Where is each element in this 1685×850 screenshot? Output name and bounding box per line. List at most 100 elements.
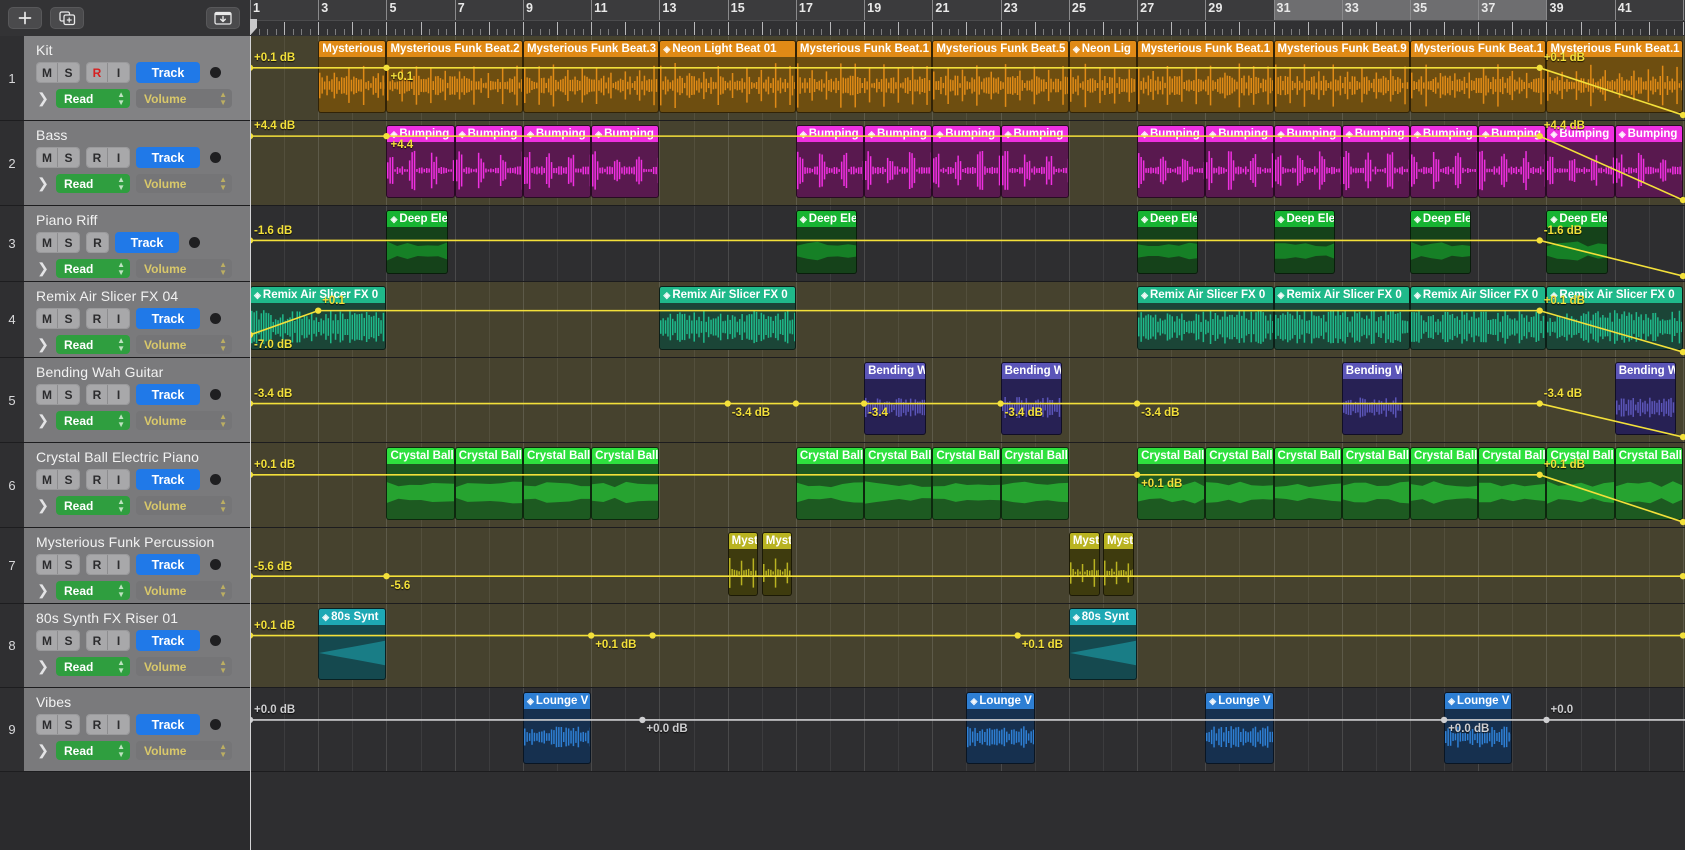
input-monitor-button[interactable]: I: [108, 470, 129, 489]
disclosure-arrow-icon[interactable]: ❯: [36, 658, 50, 675]
audio-region[interactable]: Mysterious Funk Beat.5: [932, 40, 1069, 113]
audio-region[interactable]: Crystal Ball: [454, 447, 523, 520]
audio-region[interactable]: ◈ 80s Synt: [318, 608, 387, 680]
input-monitor-button[interactable]: I: [108, 63, 129, 82]
disclosure-arrow-icon[interactable]: ❯: [36, 336, 50, 353]
track-header[interactable]: 6 Crystal Ball Electric Piano M S RI Tra…: [0, 443, 250, 528]
track-name[interactable]: Bending Wah Guitar: [36, 364, 242, 380]
audio-region[interactable]: ◈ Bumping: [795, 125, 865, 198]
arrange-area[interactable]: Mysterious Mysterious Funk Beat.2 Myster…: [250, 36, 1685, 850]
mute-button[interactable]: M: [37, 233, 58, 252]
automation-mode-select[interactable]: Read ▲ ▼: [56, 657, 130, 676]
track-name[interactable]: Mysterious Funk Percussion: [36, 534, 242, 550]
mute-button[interactable]: M: [37, 148, 58, 167]
import-button[interactable]: [206, 7, 240, 29]
audio-region[interactable]: ◈ Bumping: [591, 125, 660, 198]
track-header[interactable]: 1 Kit M S RI Track ❯ Read ▲ ▼ Volume ▲ ▼: [0, 36, 250, 121]
automation-mode-select[interactable]: Read ▲ ▼: [56, 411, 130, 430]
audio-region[interactable]: ◈ Bumping: [1478, 125, 1547, 198]
solo-button[interactable]: S: [58, 148, 79, 167]
audio-region[interactable]: ◈ Deep Ele: [1137, 210, 1199, 274]
audio-region[interactable]: Mysterious Funk Beat.1: [795, 40, 933, 113]
track-lane[interactable]: Myst Myst Myst Myst -5.6 dB -5.6: [250, 528, 1685, 604]
audio-region[interactable]: ◈ Bumping: [1137, 125, 1206, 198]
audio-region[interactable]: Crystal Ball: [1137, 447, 1206, 520]
automation-parameter-select[interactable]: Volume ▲ ▼: [136, 259, 232, 278]
audio-region[interactable]: Myst: [1068, 532, 1100, 596]
track-lane[interactable]: ◈ Remix Air Slicer FX 0 ◈ Remix Air Slicer…: [250, 282, 1685, 358]
record-enable-button[interactable]: R: [87, 309, 108, 328]
automation-mode-select[interactable]: Read ▲ ▼: [56, 89, 130, 108]
audio-region[interactable]: Bending W: [1614, 362, 1677, 435]
mute-button[interactable]: M: [37, 385, 58, 404]
input-monitor-button[interactable]: I: [108, 715, 129, 734]
automation-parameter-select[interactable]: Volume ▲ ▼: [136, 741, 232, 760]
audio-region[interactable]: ◈ Deep Ele: [795, 210, 858, 274]
record-indicator-dot[interactable]: [210, 389, 221, 400]
audio-region[interactable]: Mysterious: [318, 40, 387, 113]
audio-region[interactable]: Crystal Ball: [1614, 447, 1683, 520]
audio-region[interactable]: ◈ Remix Air Slicer FX 0: [1546, 286, 1683, 350]
audio-region[interactable]: Crystal Ball: [864, 447, 933, 520]
automation-mode-select[interactable]: Read ▲ ▼: [56, 259, 130, 278]
track-name[interactable]: Crystal Ball Electric Piano: [36, 449, 242, 465]
audio-region[interactable]: ◈ Neon Lig: [1068, 40, 1138, 113]
mute-button[interactable]: M: [37, 715, 58, 734]
audio-region[interactable]: ◈ Bumping: [1614, 125, 1683, 198]
audio-region[interactable]: Myst: [727, 532, 759, 596]
mute-button[interactable]: M: [37, 309, 58, 328]
track-lane[interactable]: Bending W Bending W Bending W Bending W: [250, 358, 1685, 443]
track-header[interactable]: 7 Mysterious Funk Percussion M S RI Trac…: [0, 528, 250, 604]
audio-region[interactable]: Bending W: [1341, 362, 1404, 435]
record-indicator-dot[interactable]: [210, 559, 221, 570]
track-name[interactable]: Remix Air Slicer FX 04: [36, 288, 242, 304]
track-button[interactable]: Track: [136, 554, 200, 575]
automation-mode-select[interactable]: Read ▲ ▼: [56, 174, 130, 193]
track-lane[interactable]: Mysterious Mysterious Funk Beat.2 Myster…: [250, 36, 1685, 121]
automation-mode-select[interactable]: Read ▲ ▼: [56, 581, 130, 600]
record-indicator-dot[interactable]: [189, 237, 200, 248]
disclosure-arrow-icon[interactable]: ❯: [36, 260, 50, 277]
track-header[interactable]: 2 Bass M S RI Track ❯ Read ▲ ▼ Volume ▲ …: [0, 121, 250, 206]
input-monitor-button[interactable]: I: [108, 148, 129, 167]
audio-region[interactable]: Crystal Ball: [1341, 447, 1410, 520]
mute-button[interactable]: M: [37, 631, 58, 650]
disclosure-arrow-icon[interactable]: ❯: [36, 582, 50, 599]
record-enable-button[interactable]: R: [87, 148, 108, 167]
audio-region[interactable]: ◈ Lounge V: [522, 692, 592, 764]
track-name[interactable]: 80s Synth FX Riser 01: [36, 610, 242, 626]
automation-mode-select[interactable]: Read ▲ ▼: [56, 741, 130, 760]
track-header[interactable]: 9 Vibes M S RI Track ❯ Read ▲ ▼ Volume ▲…: [0, 688, 250, 772]
record-indicator-dot[interactable]: [210, 67, 221, 78]
solo-button[interactable]: S: [58, 309, 79, 328]
audio-region[interactable]: Crystal Ball: [1478, 447, 1547, 520]
input-monitor-button[interactable]: I: [108, 555, 129, 574]
audio-region[interactable]: ◈ Bumping: [1000, 125, 1069, 198]
audio-region[interactable]: Mysterious Funk Beat.2: [386, 40, 523, 113]
track-lane[interactable]: ◈ Deep Ele ◈ Deep Ele ◈ Deep Ele ◈ Deep Ele: [250, 206, 1685, 282]
track-button[interactable]: Track: [136, 630, 200, 651]
audio-region[interactable]: ◈ Deep Ele: [1546, 210, 1608, 274]
record-enable-button[interactable]: R: [87, 555, 108, 574]
record-indicator-dot[interactable]: [210, 152, 221, 163]
disclosure-arrow-icon[interactable]: ❯: [36, 412, 50, 429]
record-indicator-dot[interactable]: [210, 474, 221, 485]
track-button[interactable]: Track: [115, 232, 179, 253]
audio-region[interactable]: ◈ Bumping: [864, 125, 933, 198]
audio-region[interactable]: Crystal Ball: [1205, 447, 1274, 520]
track-button[interactable]: Track: [136, 308, 200, 329]
track-header[interactable]: 3 Piano Riff M S R Track ❯ Read ▲ ▼ Volu…: [0, 206, 250, 282]
disclosure-arrow-icon[interactable]: ❯: [36, 90, 50, 107]
audio-region[interactable]: Crystal Ball: [591, 447, 660, 520]
mute-button[interactable]: M: [37, 63, 58, 82]
mute-button[interactable]: M: [37, 555, 58, 574]
audio-region[interactable]: Bending W: [864, 362, 926, 435]
record-indicator-dot[interactable]: [210, 719, 221, 730]
audio-region[interactable]: ◈ Lounge V: [966, 692, 1035, 764]
audio-region[interactable]: Bending W: [1000, 362, 1062, 435]
solo-button[interactable]: S: [58, 385, 79, 404]
audio-region[interactable]: ◈ Bumping: [932, 125, 1001, 198]
input-monitor-button[interactable]: I: [108, 631, 129, 650]
track-name[interactable]: Vibes: [36, 694, 242, 710]
audio-region[interactable]: ◈ Remix Air Slicer FX 0: [659, 286, 796, 350]
